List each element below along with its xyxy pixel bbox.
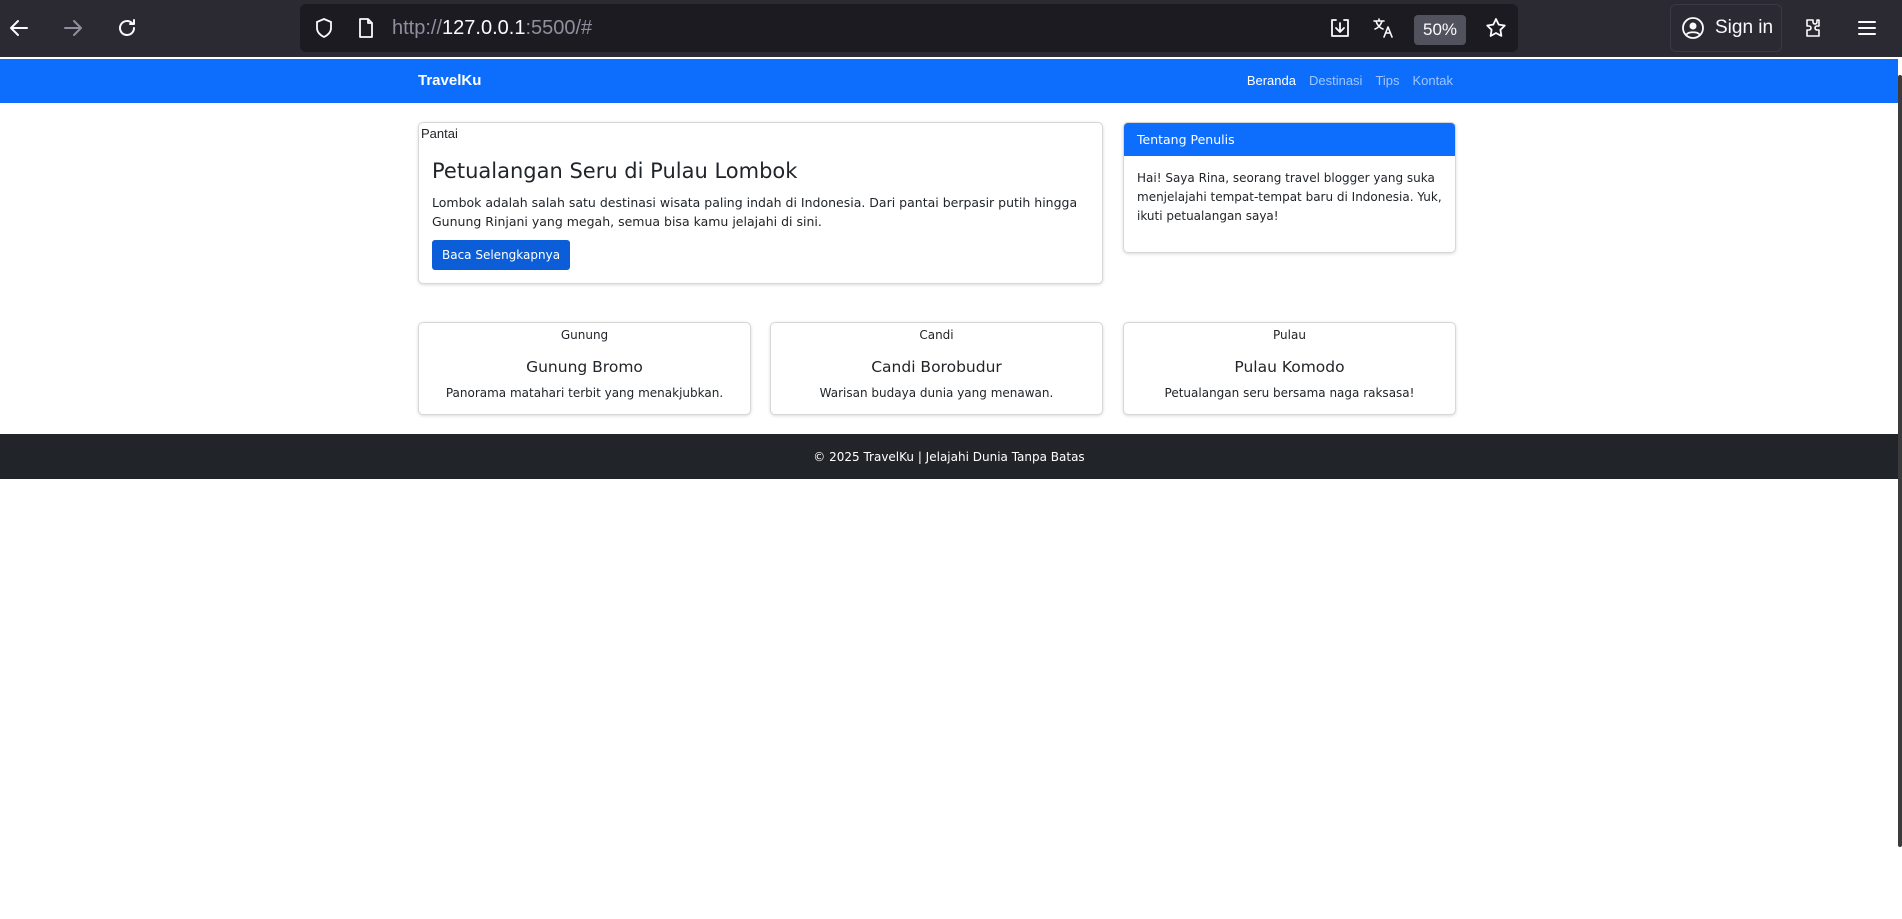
author-card-header: Tentang Penulis (1124, 123, 1455, 156)
reload-icon (119, 19, 135, 36)
featured-text: Lombok adalah salah satu destinasi wisat… (432, 195, 1078, 229)
read-more-button[interactable]: Baca Selengkapnya (432, 240, 571, 270)
bookmark-star-icon[interactable] (1484, 16, 1508, 40)
featured-image-alt: Pantai (421, 126, 458, 141)
translate-icon[interactable] (1371, 16, 1395, 40)
destination-card: Candi Candi Borobudur Warisan budaya dun… (770, 322, 1103, 415)
site-footer: © 2025 TravelKu | Jelajahi Dunia Tanpa B… (0, 434, 1898, 479)
extensions-button[interactable] (1795, 10, 1831, 46)
destination-title: Pulau Komodo (1234, 358, 1345, 376)
nav-link-tips[interactable]: Tips (1375, 73, 1399, 88)
author-card: Tentang Penulis Hai! Saya Rina, seorang … (1123, 122, 1456, 253)
site-navbar: TravelKu Beranda Destinasi Tips Kontak (0, 59, 1898, 103)
account-icon (1682, 17, 1704, 39)
nav-link-destinasi[interactable]: Destinasi (1309, 73, 1362, 88)
browser-toolbar: http://127.0.0.1:5500/# 50% Sign in (0, 0, 1902, 57)
puzzle-icon (1806, 19, 1820, 37)
featured-title: Petualangan Seru di Pulau Lombok (432, 159, 798, 183)
destination-card: Gunung Gunung Bromo Panorama matahari te… (418, 322, 751, 415)
destination-text: Panorama matahari terbit yang menakjubka… (445, 386, 724, 400)
url-host: 127.0.0.1 (442, 17, 526, 39)
page-scrollbar[interactable] (1898, 75, 1902, 847)
zoom-level-badge[interactable]: 50% (1414, 15, 1466, 45)
nav-link-beranda[interactable]: Beranda (1247, 73, 1296, 88)
url-scheme: http:// (392, 17, 443, 39)
reload-button[interactable] (109, 10, 145, 46)
download-icon[interactable] (1328, 16, 1352, 40)
page-icon (359, 18, 373, 38)
address-bar[interactable]: http://127.0.0.1:5500/# 50% (300, 4, 1518, 52)
destination-title: Candi Borobudur (871, 358, 1002, 376)
featured-article-card: Pantai Petualangan Seru di Pulau Lombok … (418, 122, 1103, 284)
url-text[interactable]: http://127.0.0.1:5500/# (392, 17, 592, 40)
destination-image-alt: Candi (919, 328, 954, 342)
footer-text: © 2025 TravelKu | Jelajahi Dunia Tanpa B… (813, 449, 1085, 464)
destination-title: Gunung Bromo (526, 358, 643, 376)
destination-text: Warisan budaya dunia yang menawan. (819, 386, 1054, 400)
destination-text: Petualangan seru bersama naga raksasa! (1164, 386, 1415, 400)
author-bio: Hai! Saya Rina, seorang travel blogger y… (1137, 171, 1442, 223)
shield-icon[interactable] (312, 16, 336, 40)
sign-in-label: Sign in (1715, 17, 1774, 38)
nav-links: Beranda Destinasi Tips Kontak (1247, 73, 1453, 88)
arrow-right-icon (64, 20, 82, 36)
destination-image-alt: Pulau (1273, 328, 1306, 342)
arrow-left-icon (10, 20, 28, 36)
page-viewport: TravelKu Beranda Destinasi Tips Kontak P… (0, 57, 1902, 919)
destination-card: Pulau Pulau Komodo Petualangan seru bers… (1123, 322, 1456, 415)
menu-button[interactable] (1849, 10, 1885, 46)
back-button[interactable] (1, 10, 37, 46)
hamburger-menu-icon (1858, 21, 1876, 35)
nav-link-kontak[interactable]: Kontak (1413, 73, 1453, 88)
url-path: :5500/# (525, 17, 593, 39)
destination-image-alt: Gunung (560, 328, 609, 342)
site-brand[interactable]: TravelKu (418, 72, 481, 89)
forward-button[interactable] (55, 10, 91, 46)
sign-in-button[interactable]: Sign in (1670, 4, 1782, 52)
